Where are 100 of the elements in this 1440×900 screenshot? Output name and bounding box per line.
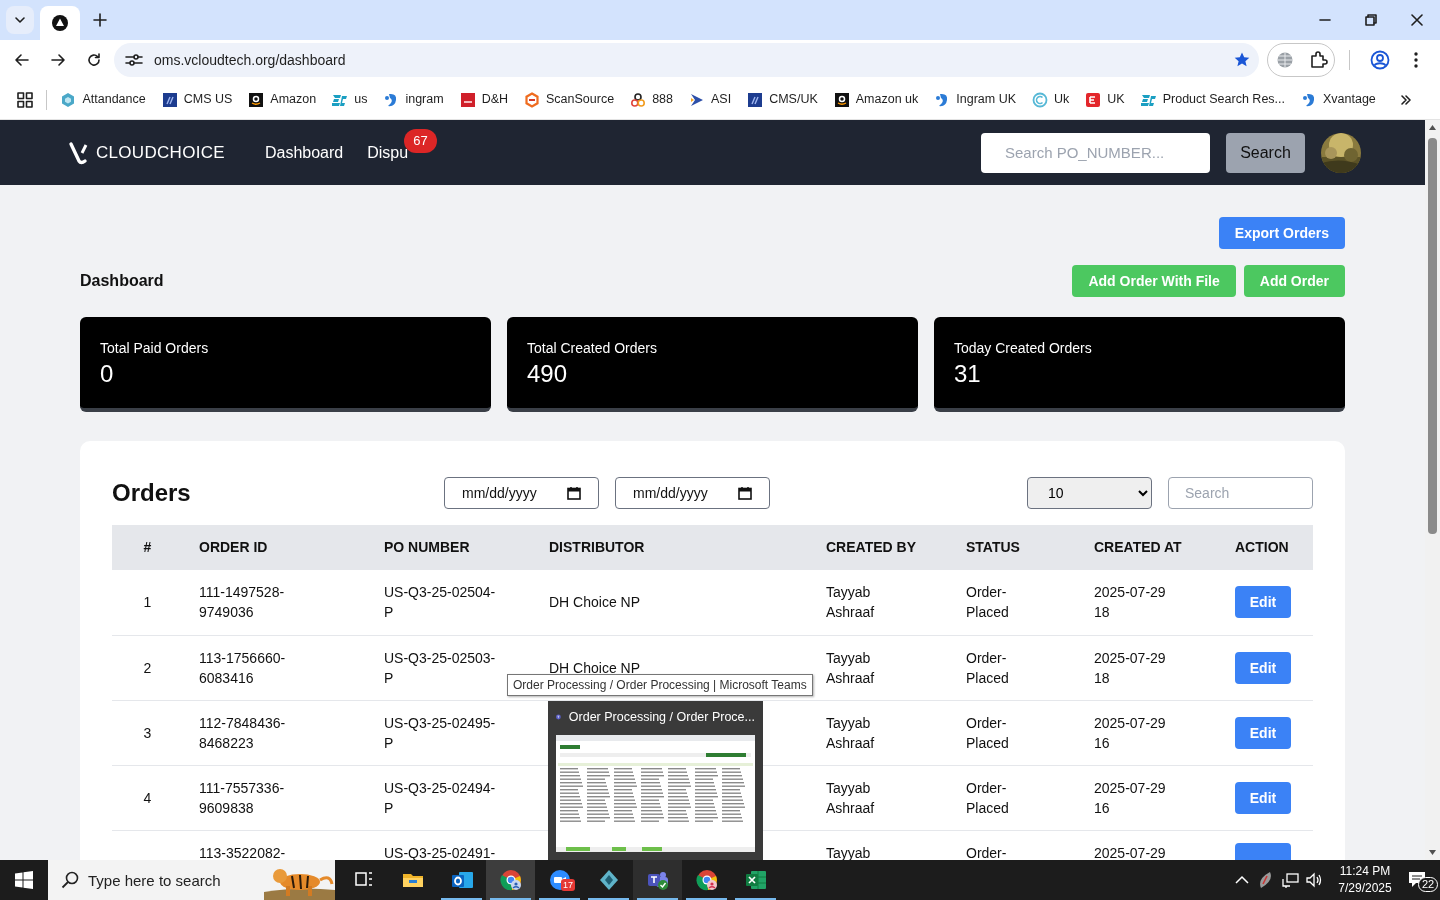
ring-logo-icon [1032,91,1049,108]
table-cell-text: 2025-07-29 18 [1094,583,1167,623]
search-field[interactable]: Search PO_NUMBER... [981,132,1210,173]
column-header: # [143,539,152,555]
column-header: ACTION [1235,539,1289,555]
table-cell-text: US-Q3-25-02491- [384,843,496,860]
tooltip: Order Processing / Order Processing | Microsoft Teams [507,674,813,696]
stat-label: Today Created Orders [954,339,1093,358]
date-field[interactable]: mm/dd/yyyy [615,477,770,509]
reload-icon [85,51,103,69]
taskbar-app[interactable] [486,860,535,900]
hexagon-icon [60,91,77,108]
bookmark-link[interactable]: ASI [689,90,732,109]
clock-date: 7/29/2025 [1337,880,1393,897]
search-field[interactable]: Type here to search [48,860,264,900]
address-bar[interactable]: oms.vcloudtech.org/dashboard [114,43,1259,77]
calendar-icon[interactable] [567,486,581,500]
bookmark-star-icon[interactable] [1233,51,1251,69]
restore-icon [1365,14,1377,26]
date-field[interactable]: mm/dd/yyyy [444,477,599,509]
bookmark-link[interactable]: us [332,90,368,109]
preview-title: Order Processing / Order Proce... [568,708,755,726]
taskbar-app[interactable]: 17 [535,860,584,900]
bookmark-link[interactable]: ScanSource [524,90,615,109]
search-field[interactable]: Search [1168,477,1313,509]
edit-button[interactable]: Edit [1235,781,1291,814]
table-cell: 1 [143,594,152,611]
search-button[interactable]: Search [1226,132,1305,173]
browser-tab[interactable] [40,6,80,40]
grid-icon [16,91,33,108]
edit-button[interactable]: Edit [1235,586,1291,619]
table-cell: 3 [143,724,152,741]
bookmark-link[interactable]: ingram [383,90,444,109]
browser-icon [695,869,718,891]
bookmark-link[interactable]: Ingram UK [934,90,1017,109]
notifications-button[interactable]: 22 [1396,860,1440,900]
table-cell-text: US-Q3-25-02494-P [384,778,497,818]
bookmark-link[interactable]: Product Search Res... [1140,90,1285,109]
bookmark-link[interactable]: Xvantage [1301,90,1376,109]
amazon-icon [248,91,265,108]
bookmark-link[interactable]: D&H [459,90,509,109]
extensions-icon[interactable] [1308,50,1328,70]
count-badge: 17 [561,879,575,891]
column-header: CREATED AT [1094,539,1182,555]
table-cell-text: 112-7848436-8468223 [199,713,287,753]
rings-icon [630,91,647,108]
table-cell-text: 111-1497528-9749036 [199,583,286,623]
table-cell-text: US-Q3-25-02495-P [384,713,497,753]
browser-icon [499,869,522,891]
url-text: oms.vcloudtech.org/dashboard [154,50,347,70]
site-icon [52,15,68,31]
table-cell-text: Order- [966,843,1007,860]
volume-icon [1305,871,1323,889]
taskbar-app[interactable] [633,860,682,900]
bookmark-link[interactable]: Amazon [248,90,317,109]
table-cell-text: Order-Placed [966,713,1010,753]
page-size-select[interactable]: 10 [1027,477,1152,509]
letter-logo-icon [1085,91,1102,108]
edit-button[interactable]: Edit [1235,651,1291,684]
bookmark-link[interactable]: 888 [630,90,673,109]
hexagon-logo-icon [524,91,541,108]
export-button[interactable]: Export Orders [1218,217,1345,249]
tab-search-button[interactable] [6,6,34,34]
search-icon [61,871,79,889]
bookmark-link[interactable]: Uk [1032,90,1070,109]
spreadsheet-app-icon [744,869,767,891]
table-cell-text: 2025-07-29 16 [1094,713,1167,753]
column-header: ORDER ID [199,539,268,555]
column-header: PO NUMBER [384,539,470,555]
calendar-icon[interactable] [738,486,752,500]
table-cell-text: US-Q3-25-02504-P [384,583,497,623]
nav-link[interactable]: Dashboard [264,143,344,161]
plus-icon [93,13,107,27]
table-cell-text: 113-1756660-6083416 [199,648,287,688]
menu-icon [1414,52,1418,68]
column-header: CREATED BY [826,539,916,555]
bookmark-link[interactable]: CMS/UK [747,90,818,109]
network-icon [1281,871,1299,889]
table-cell-text: 113-3522082- [199,843,286,860]
amazon-icon [833,91,850,108]
bookmark-link[interactable]: CMS US [161,90,233,109]
stat-value: 31 [954,359,982,389]
bookmark-link[interactable]: Attandance [60,90,146,109]
square-logo-icon [459,91,476,108]
table-cell-text: Tayyab Ashraaf [826,583,876,623]
bookmark-link[interactable]: UK [1085,90,1125,109]
mail-app-icon [450,869,473,891]
globe-icon[interactable] [1276,51,1294,69]
clock-time: 11:24 PM [1338,863,1392,880]
edit-button[interactable]: Edit [1235,716,1291,749]
table-cell-text: 2025-07-29 18 [1094,648,1167,688]
stat-label: Total Created Orders [527,339,658,358]
bookmark-link[interactable]: Amazon uk [833,90,919,109]
forward-arrow-icon [49,51,67,69]
chevron-logo-icon [689,91,705,108]
table-cell-text: Tayyab Ashraaf [826,778,876,818]
table-cell-text: Tayyab Ashraaf [826,713,876,753]
section-title: Orders [112,478,192,508]
table-cell-text: Tayyab Ashraaf [826,648,876,688]
table-cell-text: US-Q3-25-02503-P [384,648,497,688]
